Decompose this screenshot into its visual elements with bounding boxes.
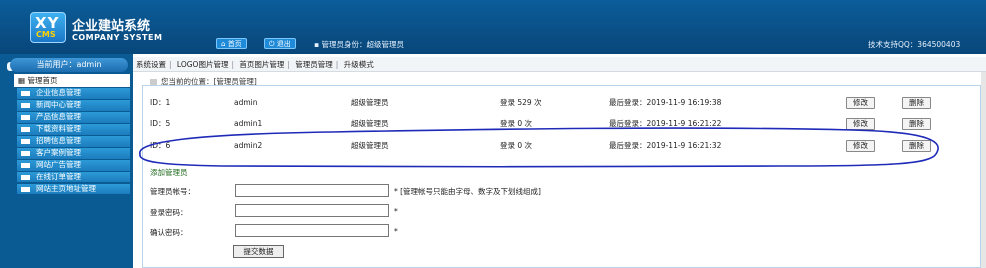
- current-user: 当前用户：admin: [10, 58, 128, 72]
- support-text: 技术支持QQ：364500403: [868, 40, 961, 49]
- grid-icon: ▦: [18, 76, 26, 85]
- app-subtitle: COMPANY SYSTEM: [72, 33, 163, 42]
- logo-cms: CMS: [36, 30, 56, 39]
- password-label: 登录密码：: [150, 208, 188, 217]
- submit-button[interactable]: 提交数据: [233, 245, 284, 258]
- logo: XY CMS: [30, 12, 66, 43]
- admin-id: ID：1: [150, 98, 171, 107]
- toolbar-divider: |: [335, 60, 339, 69]
- content-panel: [142, 85, 981, 268]
- logout-button[interactable]: ⏻ 退出: [264, 38, 296, 49]
- hand-drawn-annotation: [139, 127, 939, 168]
- top-header: XY CMS 企业建站系统 COMPANY SYSTEM ⌂ 首页 ⏻ 退出 ▪…: [0, 0, 986, 54]
- toolbar-link-homepage-images[interactable]: 首页图片管理: [239, 60, 284, 69]
- username-hint: * [管理帐号只能由字母、数字及下划线组成]: [394, 187, 541, 196]
- username-input[interactable]: [235, 184, 389, 197]
- admin-role: 超级管理员: [351, 98, 389, 107]
- toolbar-link-settings[interactable]: 系统设置: [136, 60, 166, 69]
- logout-label: 退出: [276, 40, 291, 48]
- toolbar-link-admins[interactable]: 管理员管理: [295, 60, 333, 69]
- sidebar-item[interactable]: 网站广告管理: [17, 159, 130, 171]
- sidebar-section-label: 管理首页: [27, 76, 58, 85]
- menu-bullet-icon: [21, 186, 30, 192]
- confirm-password-input[interactable]: [235, 224, 389, 237]
- confirm-password-label: 确认密码：: [150, 228, 188, 237]
- sidebar-item-label: 网站广告管理: [36, 159, 81, 169]
- role-text: 管理员身份：超级管理员: [321, 40, 404, 49]
- scrollbar[interactable]: [981, 72, 986, 268]
- user-icon: ▪: [314, 40, 320, 49]
- sidebar-section-home[interactable]: ▦ 管理首页: [14, 74, 130, 87]
- admin-row: ID：1 admin 超级管理员 登录 529 次 最后登录：2019-11-9…: [0, 96, 837, 110]
- menu-bullet-icon: [21, 162, 30, 168]
- delete-button[interactable]: 删除: [902, 97, 931, 109]
- home-label: 首页: [227, 40, 242, 48]
- password-input[interactable]: [235, 204, 389, 217]
- admin-login-count: 登录 529 次: [500, 98, 542, 107]
- admin-last-login: 最后登录：2019-11-9 16:19:38: [609, 98, 722, 107]
- menu-bullet-icon: [21, 174, 30, 180]
- admin-username: admin: [234, 98, 258, 107]
- sidebar-item[interactable]: 在线订单管理: [17, 171, 130, 183]
- app-title: 企业建站系统: [72, 19, 151, 34]
- toolbar-divider: |: [169, 60, 172, 69]
- sidebar-item-label: 在线订单管理: [36, 171, 81, 181]
- toolbar-link-upgrade[interactable]: 升级模式: [344, 60, 374, 69]
- sidebar-item-label: 网站主页地址管理: [36, 183, 96, 193]
- username-label: 管理员帐号：: [150, 187, 195, 196]
- password-required-star: *: [394, 207, 398, 216]
- home-icon: ⌂: [221, 40, 226, 48]
- toolbar: 系统设置 | LOGO图片管理 | 首页图片管理 | 管理员管理 | 升级模式: [133, 57, 986, 72]
- edit-button[interactable]: 修改: [846, 97, 875, 109]
- sidebar-item[interactable]: 网站主页地址管理: [17, 183, 130, 195]
- toolbar-divider: |: [231, 60, 234, 69]
- power-icon: ⏻: [269, 40, 275, 48]
- confirm-required-star: *: [394, 227, 398, 236]
- role-info: ▪ 管理员身份：超级管理员: [314, 39, 404, 50]
- toolbar-divider: |: [287, 60, 290, 69]
- form-title: 添加管理员: [150, 168, 188, 177]
- toolbar-link-logo[interactable]: LOGO图片管理: [177, 60, 229, 69]
- home-button[interactable]: ⌂ 首页: [216, 38, 247, 49]
